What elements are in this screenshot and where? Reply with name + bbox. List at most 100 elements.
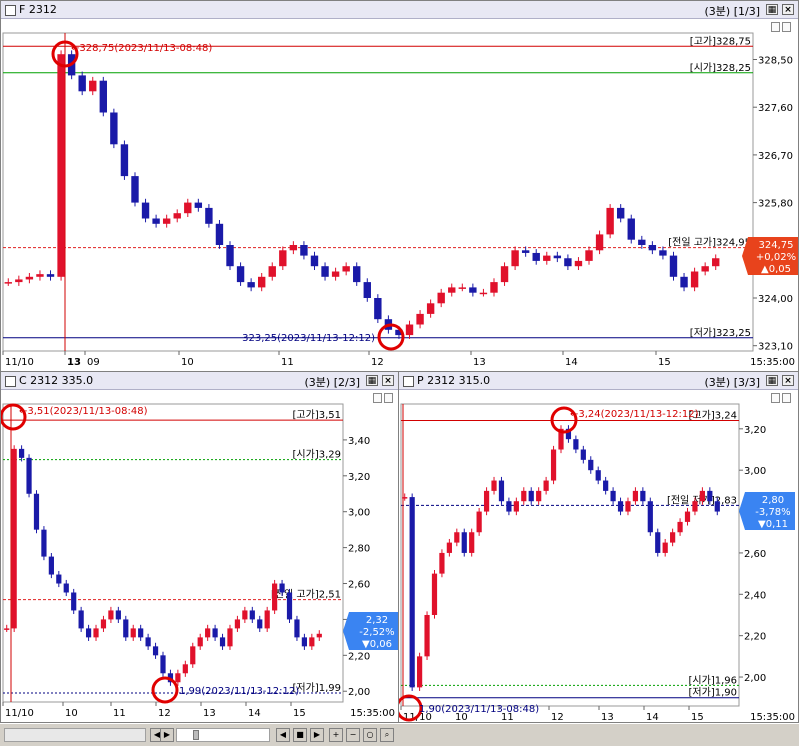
- checkbox-icon[interactable]: [5, 5, 16, 16]
- candle-body: [247, 282, 255, 288]
- candle-body: [331, 271, 340, 277]
- zoom-reset-icon[interactable]: ○: [363, 728, 377, 742]
- y-tick-label: 2,00: [744, 673, 766, 684]
- candle-body: [431, 573, 438, 615]
- grid-icon[interactable]: ▦: [766, 375, 778, 386]
- candle-body: [684, 511, 691, 522]
- candle-body: [131, 176, 139, 203]
- current-value-text: 2,80: [762, 495, 784, 506]
- candle-body: [491, 480, 497, 491]
- current-value-text: +0,02%: [756, 252, 796, 263]
- candle-body: [513, 501, 519, 512]
- low-marker-label: 1,90(2023/11/13-08:48): [419, 704, 539, 715]
- zoom-slider-thumb[interactable]: [193, 730, 199, 740]
- ref-line-label: [고가]3,51: [293, 409, 341, 421]
- candle-body: [93, 628, 99, 638]
- play-icon[interactable]: ▶: [310, 728, 324, 742]
- candle-body: [595, 470, 601, 481]
- x-tick-label: 11/10: [5, 708, 34, 719]
- y-tick-label: 325,80: [758, 199, 793, 210]
- current-value-text: ▼0,06: [362, 639, 392, 650]
- candle-body: [564, 258, 572, 267]
- x-tick-label: 11: [281, 357, 294, 368]
- futures-chart[interactable]: 328,50 327,60 326,70 325,80 324,00 323,10 11/1…: [1, 19, 798, 371]
- candle-body: [138, 628, 144, 638]
- candle-body: [655, 532, 661, 553]
- candle-body: [446, 542, 452, 553]
- x-tick-label: 11: [113, 708, 126, 719]
- candle-body: [528, 490, 534, 502]
- candle-body: [227, 628, 233, 647]
- candle-body: [242, 610, 248, 620]
- candle-body: [33, 493, 40, 530]
- candle-body: [585, 250, 593, 261]
- candle-body: [272, 583, 278, 611]
- candle-body: [511, 250, 519, 267]
- grid-icon[interactable]: ▦: [366, 375, 378, 386]
- candle-body: [234, 619, 241, 629]
- zoom-in-icon[interactable]: +: [329, 728, 343, 742]
- candle-body: [625, 501, 631, 512]
- put-chart-panel: P 2312 315.0 (3분) [3/3] ▦ × 3,20 3,00 2,80…: [398, 371, 799, 723]
- candle-body: [426, 303, 435, 314]
- candle-body: [236, 266, 245, 283]
- grid-icon[interactable]: ▦: [766, 4, 778, 15]
- put-chart[interactable]: 3,203,002,802,602,402,202,0011/101011121…: [399, 390, 798, 722]
- x-tick-label: 15: [691, 712, 704, 722]
- call-chart-panel: C 2312 335.0 (3분) [2/3] ▦ × 3,40 3,20 3,00…: [0, 371, 399, 723]
- candle-body: [699, 490, 705, 502]
- candle-body: [4, 282, 12, 284]
- x-tick-label: 15: [293, 708, 306, 719]
- call-chart[interactable]: 3,403,203,002,802,602,402,202,0011/10101…: [1, 390, 398, 722]
- candle-body: [659, 250, 667, 256]
- y-tick-label: 3,00: [348, 508, 370, 519]
- horizontal-scroll-track[interactable]: [4, 728, 146, 742]
- y-tick-label: 2,60: [744, 549, 766, 560]
- current-value-text: -2,52%: [359, 627, 394, 638]
- candle-body: [374, 298, 382, 320]
- close-icon[interactable]: ×: [782, 4, 794, 15]
- candle-body: [175, 673, 181, 683]
- close-icon[interactable]: ×: [382, 375, 394, 386]
- candle-body: [638, 239, 646, 245]
- scroll-right-icon[interactable]: ▶: [160, 728, 174, 742]
- ref-line-label: [전일 고가]324,95: [668, 237, 751, 249]
- candle-body: [294, 619, 300, 638]
- zoom-slider[interactable]: [176, 728, 270, 742]
- candle-body: [670, 532, 676, 543]
- candle-body: [152, 646, 159, 656]
- candle-body: [610, 490, 616, 502]
- stop-icon[interactable]: ■: [293, 728, 307, 742]
- x-tick-label: 12: [551, 712, 564, 722]
- candle-body: [25, 276, 34, 280]
- candle-body: [479, 292, 488, 295]
- ref-line-label: [고가]328,75: [690, 35, 751, 47]
- candle-body: [417, 656, 423, 688]
- checkbox-icon[interactable]: [5, 376, 16, 387]
- current-value-text: ▼0,11: [758, 519, 788, 530]
- checkbox-icon[interactable]: [403, 376, 414, 387]
- ref-line-label: [저가]1,90: [689, 687, 737, 699]
- step-back-icon[interactable]: ◀: [276, 728, 290, 742]
- candle-body: [616, 207, 625, 219]
- put-titlebar: P 2312 315.0 (3분) [3/3] ▦ ×: [399, 372, 798, 390]
- candle-body: [588, 459, 594, 471]
- candle-body: [677, 521, 683, 533]
- y-tick-label: 3,20: [744, 425, 766, 436]
- zoom-out-icon[interactable]: −: [346, 728, 360, 742]
- candle-body: [26, 457, 32, 494]
- y-tick-label: 326,70: [758, 151, 793, 162]
- bottom-toolbar: ◀ ▶ ◀ ■ ▶ + − ○ ⌕: [0, 723, 799, 746]
- close-icon[interactable]: ×: [782, 375, 794, 386]
- candle-body: [573, 439, 579, 450]
- candle-body: [63, 583, 69, 593]
- candle-body: [342, 266, 350, 272]
- candle-body: [249, 610, 255, 620]
- candle-body: [536, 490, 542, 502]
- candle-body: [19, 448, 25, 458]
- candle-body: [553, 255, 562, 259]
- candle-body: [680, 276, 688, 288]
- candle-body: [130, 628, 136, 638]
- y-tick-label: 328,50: [758, 56, 793, 67]
- search-icon[interactable]: ⌕: [380, 728, 394, 742]
